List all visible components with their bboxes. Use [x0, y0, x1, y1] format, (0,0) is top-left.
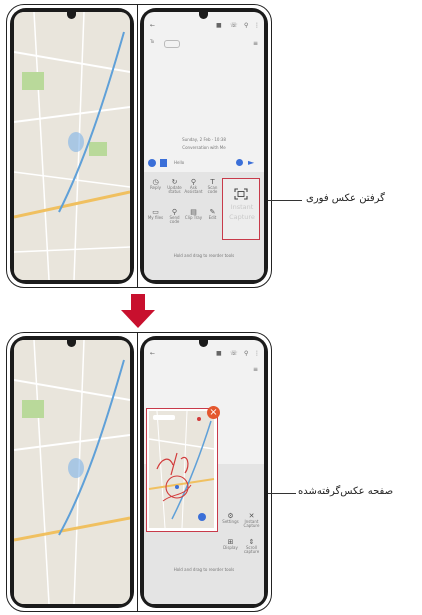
bottom-tool-item-label: Display — [223, 545, 238, 550]
bottom-tool-item[interactable]: ⇕ Scroll capture — [241, 538, 262, 562]
bottom-recipient-row: ≡ — [150, 366, 258, 374]
map-screen — [14, 12, 130, 280]
bottom-back-icon[interactable]: ← — [150, 350, 155, 357]
down-arrow — [121, 294, 155, 328]
top-left-phone — [10, 8, 134, 284]
bottom-reorder-hint: Hold and drag to reorder tools — [173, 567, 235, 572]
conversation-subline: Conversation with Me — [182, 145, 226, 150]
top-callout-line — [268, 200, 302, 202]
message-input-row: Hello ► — [148, 158, 260, 170]
top-hinge — [137, 4, 138, 288]
tool-item[interactable]: ▭ My files — [146, 208, 165, 236]
capture-icon — [234, 185, 248, 200]
tool-item[interactable]: ◷ Reply — [146, 178, 165, 206]
tool-item[interactable]: ⚲ Send code — [165, 208, 184, 236]
send-icon[interactable]: ► — [248, 158, 254, 167]
bottom-search-icon[interactable]: ⚲ — [244, 350, 248, 357]
close-capture-button[interactable]: × — [207, 406, 220, 419]
bottom-more-icon[interactable]: ⋮ — [254, 350, 260, 357]
bottom-tool-item-label: Settings — [222, 519, 239, 524]
back-icon[interactable]: ← — [150, 22, 155, 29]
instant-capture-label-line2: Capture — [229, 213, 255, 221]
bottom-callout-label: صفحه عکس‌گرفته‌شده — [298, 486, 394, 497]
tool-item-label: Scan code — [207, 185, 218, 195]
map-image — [14, 12, 130, 280]
to-label: To — [150, 39, 155, 44]
add-icon[interactable] — [148, 159, 156, 167]
video-icon[interactable]: ■ — [216, 22, 222, 29]
tool-item[interactable]: ✎ Edit — [203, 208, 222, 236]
tool-item-label: Update status — [167, 185, 182, 195]
bottom-tool-item[interactable]: ✕ Instant Capture — [241, 512, 262, 536]
tool-item-label: Edit — [208, 215, 217, 220]
tool-item-label: Clip Tray — [184, 215, 203, 220]
recipient-chip[interactable] — [164, 40, 180, 48]
tool-item[interactable]: T Scan code — [203, 178, 222, 206]
tool-item-label: Send code — [169, 215, 180, 225]
bottom-right-phone: ← ■ ☏ ⚲ ⋮ ≡ ⚙ Settings ✕ Instant Capture ⊞ Di… — [140, 336, 268, 608]
tool-item-label: Reply — [149, 185, 162, 190]
date-line: Sunday, 2 Feb · 10:38 — [182, 137, 226, 142]
close-icon: × — [209, 407, 218, 418]
recipient-row: To ≡ — [150, 39, 258, 48]
bottom-phone-icon[interactable]: ☏ — [230, 350, 238, 357]
gallery-icon[interactable] — [160, 159, 167, 167]
message-input[interactable]: Hello — [174, 160, 184, 165]
bottom-map-screen — [14, 340, 130, 604]
bottom-hinge — [137, 332, 138, 612]
instant-capture-button[interactable]: Instant Capture — [222, 178, 260, 240]
tool-item[interactable]: ⚲ Ask Assistant — [184, 178, 203, 206]
phone-icon[interactable]: ☏ — [230, 22, 238, 29]
bottom-left-phone — [10, 336, 134, 608]
add-contact-icon[interactable]: ≡ — [253, 40, 258, 47]
bottom-callout-line — [268, 493, 296, 495]
instant-capture-label-line1: Instant — [230, 203, 254, 211]
captured-map-annotated — [148, 410, 215, 529]
tool-item-label: My files — [147, 215, 164, 220]
tools-panel: ◷ Reply ↻ Update status ⚲ Ask Assistant T Scan … — [144, 172, 264, 280]
bottom-tool-item-label: Scroll capture — [243, 545, 260, 555]
more-icon[interactable]: ⋮ — [254, 22, 260, 29]
emoji-icon[interactable] — [236, 159, 243, 166]
tool-item[interactable]: ▤ Clip Tray — [184, 208, 203, 236]
captured-screenshot[interactable]: × — [146, 406, 220, 532]
tool-item-label: Ask Assistant — [184, 185, 203, 195]
reorder-hint: Hold and drag to reorder tools — [173, 253, 235, 258]
tool-item[interactable]: ↻ Update status — [165, 178, 184, 206]
bottom-map-image — [14, 340, 130, 604]
bottom-tool-item-label: Instant Capture — [243, 519, 260, 529]
top-right-phone: ← ■ ☏ ⚲ ⋮ To ≡ Sunday, 2 Feb · 10:38 Con… — [140, 8, 268, 284]
top-callout-label: گرفتن عکس فوری — [306, 193, 385, 204]
search-icon[interactable]: ⚲ — [244, 22, 248, 29]
bottom-add-contact-icon[interactable]: ≡ — [253, 366, 258, 373]
bottom-video-icon[interactable]: ■ — [216, 350, 222, 357]
bottom-ui-screen: ← ■ ☏ ⚲ ⋮ ≡ ⚙ Settings ✕ Instant Capture ⊞ Di… — [144, 340, 264, 604]
bottom-tool-item[interactable]: ⊞ Display — [220, 538, 241, 562]
top-ui-screen: ← ■ ☏ ⚲ ⋮ To ≡ Sunday, 2 Feb · 10:38 Con… — [144, 12, 264, 280]
bottom-tool-item[interactable]: ⚙ Settings — [220, 512, 241, 536]
